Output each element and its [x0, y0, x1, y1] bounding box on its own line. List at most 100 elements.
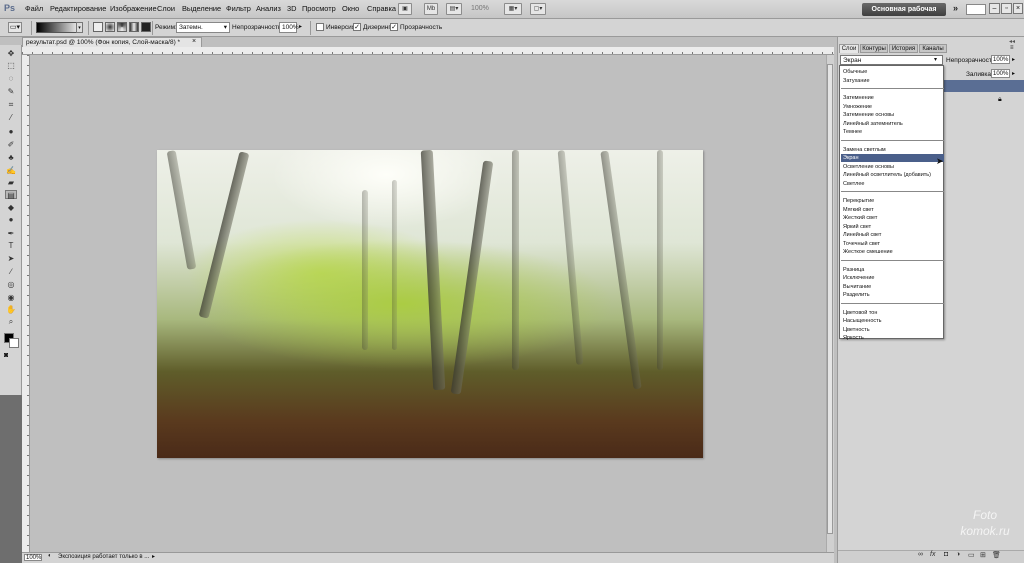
panel-opacity-input[interactable]: 100%: [991, 55, 1010, 64]
blend-mode-option[interactable]: Цветность: [841, 326, 944, 334]
blend-mode-option[interactable]: Яркость: [841, 334, 944, 342]
close-icon[interactable]: ×: [192, 38, 196, 45]
chain-link-icon[interactable]: ∞: [918, 551, 923, 558]
blend-mode-option[interactable]: Жесткий свет: [841, 214, 944, 222]
group-icon[interactable]: ▭: [968, 551, 975, 559]
menu-filter[interactable]: Фильтр: [226, 4, 251, 13]
radial-gradient-icon[interactable]: [105, 22, 115, 32]
menu-3d[interactable]: 3D: [287, 4, 296, 13]
panel-fill-input[interactable]: 100%: [991, 69, 1010, 78]
pen-tool-icon[interactable]: ✒: [5, 229, 17, 238]
menu-layers[interactable]: Слои: [157, 4, 175, 13]
tab-history[interactable]: История: [889, 44, 918, 53]
chevron-right-icon[interactable]: ▸: [1012, 70, 1015, 77]
menu-analysis[interactable]: Анализ: [256, 4, 281, 13]
blend-mode-option[interactable]: Светлее: [841, 180, 944, 188]
diamond-gradient-icon[interactable]: [141, 22, 151, 32]
info-icon[interactable]: ◐: [48, 553, 52, 559]
chevron-right-icon[interactable]: ▸: [1012, 56, 1015, 63]
blend-mode-option[interactable]: Экран: [841, 154, 944, 162]
blend-mode-option[interactable]: Замена светлым: [841, 146, 944, 154]
document-tab[interactable]: результат.psd @ 100% (Фон копия, Слой-ма…: [22, 37, 202, 47]
quick-select-tool-icon[interactable]: ✎: [5, 87, 17, 96]
close-icon[interactable]: ×: [1013, 3, 1023, 14]
chevron-right-icon[interactable]: ▸: [152, 553, 155, 560]
quick-mask-icon[interactable]: ◙: [4, 352, 8, 359]
blend-mode-option[interactable]: Затемнение основы: [841, 111, 944, 119]
menu-window[interactable]: Окно: [342, 4, 359, 13]
mini-bridge-icon[interactable]: Mb: [424, 3, 438, 15]
menu-image[interactable]: Изображение: [110, 4, 157, 13]
more-workspaces-icon[interactable]: »: [953, 3, 958, 13]
chevron-down-icon[interactable]: ▾: [934, 56, 937, 63]
brush-tool-icon[interactable]: ✐: [5, 140, 17, 149]
blend-mode-option[interactable]: Цветовой тон: [841, 309, 944, 317]
menu-edit[interactable]: Редактирование: [50, 4, 106, 13]
crop-tool-icon[interactable]: ⌗: [5, 100, 17, 109]
blend-mode-option[interactable]: Осветление основы: [841, 163, 944, 171]
3d-rotate-tool-icon[interactable]: ◎: [5, 280, 17, 289]
zoom-tool-icon[interactable]: ⌕: [5, 317, 17, 326]
tab-channels[interactable]: Каналы: [919, 44, 947, 53]
blend-mode-option[interactable]: Жесткое смешение: [841, 248, 944, 256]
gradient-tool-icon[interactable]: ▤: [5, 190, 17, 200]
eraser-tool-icon[interactable]: ▰: [5, 178, 17, 187]
menu-help[interactable]: Справка: [367, 4, 396, 13]
gradient-tool-icon[interactable]: ▭▾: [8, 22, 22, 33]
new-layer-icon[interactable]: ⊞: [980, 551, 986, 559]
blend-mode-option[interactable]: Исключение: [841, 274, 944, 282]
bridge-icon[interactable]: ▣: [398, 3, 412, 15]
path-select-tool-icon[interactable]: ➤: [5, 254, 17, 263]
workspace-button[interactable]: Основная рабочая среда: [862, 3, 946, 26]
adjustment-layer-icon[interactable]: ◑: [956, 551, 960, 558]
blend-mode-option[interactable]: Линейный свет: [841, 231, 944, 239]
blend-mode-option[interactable]: Перекрытие: [841, 197, 944, 205]
chevron-down-icon[interactable]: ▾: [76, 22, 83, 33]
blend-mode-option[interactable]: Насыщенность: [841, 317, 944, 325]
arrange-documents-icon[interactable]: ▦▾: [504, 3, 522, 15]
eyedropper-tool-icon[interactable]: ⁄: [5, 113, 17, 122]
dither-checkbox[interactable]: ✓: [353, 23, 361, 31]
marquee-tool-icon[interactable]: ⬚: [5, 61, 17, 70]
add-mask-icon[interactable]: ◘: [944, 551, 948, 558]
blend-mode-option[interactable]: Линейный затемнитель: [841, 120, 944, 128]
fx-icon[interactable]: fx: [930, 551, 935, 558]
screen-mode-icon[interactable]: ▢▾: [530, 3, 546, 15]
tab-layers[interactable]: Слои: [839, 44, 859, 53]
zoom-level[interactable]: 100%: [471, 5, 489, 12]
history-brush-tool-icon[interactable]: ✍: [5, 166, 17, 175]
blend-mode-option[interactable]: Линейный осветлитель (добавить): [841, 171, 944, 179]
blend-mode-option[interactable]: Точечный свет: [841, 240, 944, 248]
linear-gradient-icon[interactable]: [93, 22, 103, 32]
reflected-gradient-icon[interactable]: [129, 22, 139, 32]
blend-mode-option[interactable]: Разница: [841, 266, 944, 274]
status-text[interactable]: Экспозиция работает только в ...: [58, 554, 149, 560]
blend-mode-option[interactable]: Разделить: [841, 291, 944, 299]
background-color-swatch[interactable]: [9, 338, 19, 348]
trash-icon[interactable]: 🗑︎: [992, 551, 1001, 559]
blend-mode-option[interactable]: Затухание: [841, 77, 944, 85]
blend-mode-option[interactable]: Обычные: [841, 68, 944, 76]
menu-file[interactable]: Файл: [25, 4, 43, 13]
forest-photo[interactable]: [157, 150, 703, 458]
maximize-icon[interactable]: ▫: [1001, 3, 1012, 14]
search-input[interactable]: [966, 4, 986, 15]
3d-orbit-tool-icon[interactable]: ◉: [5, 293, 17, 302]
view-extras-icon[interactable]: ▤▾: [446, 3, 462, 15]
minimize-icon[interactable]: –: [989, 3, 1000, 14]
blend-mode-option[interactable]: Умножение: [841, 103, 944, 111]
blend-mode-option[interactable]: Вычитание: [841, 283, 944, 291]
opacity-input[interactable]: 100%: [279, 22, 299, 33]
hand-tool-icon[interactable]: ✋: [5, 305, 17, 314]
blend-mode-option[interactable]: Темнее: [841, 128, 944, 136]
stamp-tool-icon[interactable]: ♣: [5, 153, 17, 162]
blur-tool-icon[interactable]: ◆: [5, 203, 17, 212]
tab-paths[interactable]: Контуры: [860, 44, 888, 53]
scrollbar-thumb[interactable]: [827, 64, 833, 534]
menu-view[interactable]: Просмотр: [302, 4, 336, 13]
move-tool-icon[interactable]: ✥: [5, 49, 17, 58]
transparency-checkbox[interactable]: ✓: [390, 23, 398, 31]
dodge-tool-icon[interactable]: ●: [5, 215, 17, 224]
menu-select[interactable]: Выделение: [182, 4, 221, 13]
angle-gradient-icon[interactable]: [117, 22, 127, 32]
